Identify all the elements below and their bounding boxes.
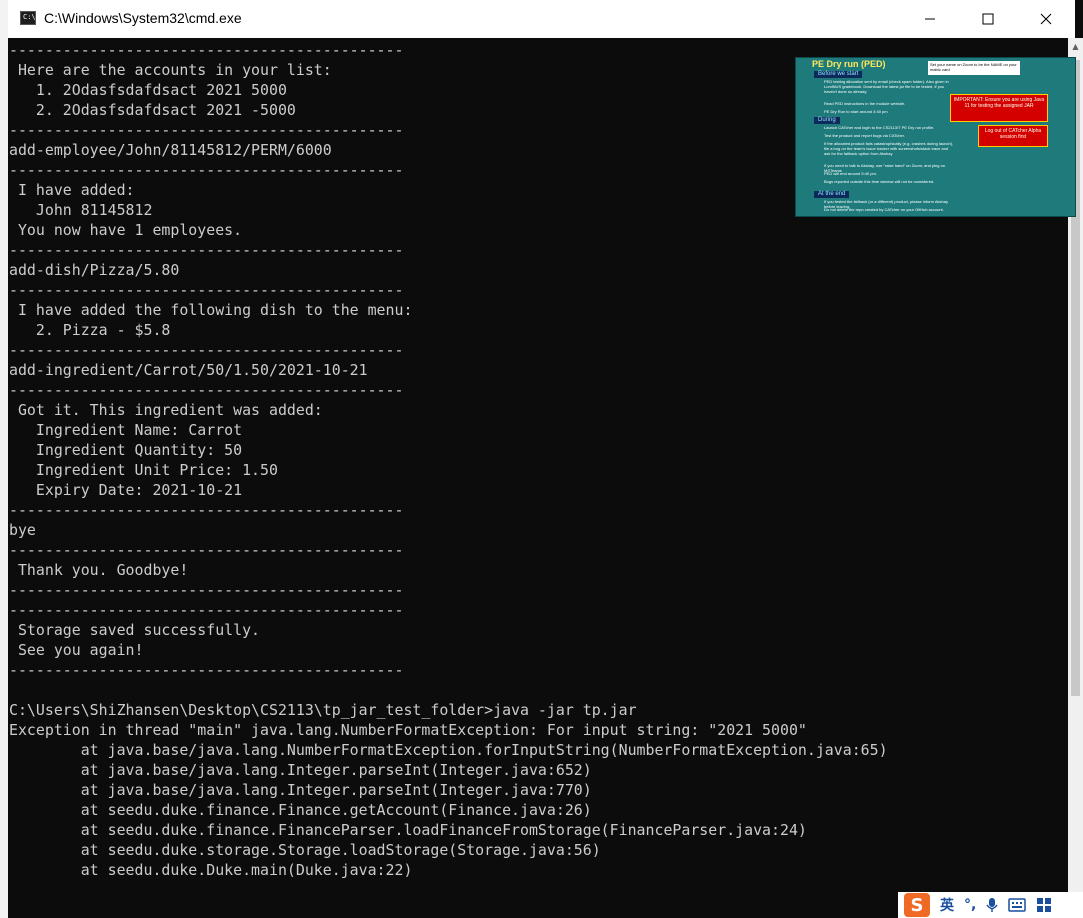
console-line: at seedu.duke.finance.Finance.getAccount… [9,801,592,819]
slide-bullet: Test the product and report bugs via CAT… [824,133,905,138]
console-line: You now have 1 employees. [9,221,243,239]
console-line: Thank you. Goodbye! [9,561,189,579]
slide-bullet: PE Dry Run to start around 4:40 pm [824,109,888,114]
console-line: ----------------------------------------… [9,501,404,519]
maximize-icon [982,13,994,25]
slide-note: Set your name on Zoom to be the NAME on … [928,61,1020,75]
console-line: add-dish/Pizza/5.80 [9,261,180,279]
slide-title: PE Dry run (PED) [812,59,886,69]
console-line: ----------------------------------------… [9,661,404,679]
console-line: Ingredient Unit Price: 1.50 [9,461,278,479]
console-line: C:\Users\ShiZhansen\Desktop\CS2113\tp_ja… [9,701,637,719]
slide-bullet: If the allocated product fails catastrop… [824,141,954,156]
slide-section-end: At the end [814,191,850,198]
console-line: Got it. This ingredient was added: [9,401,323,419]
close-button[interactable] [1017,0,1075,38]
window-title: C:\Windows\System32\cmd.exe [44,10,242,26]
console-line: Ingredient Quantity: 50 [9,441,243,459]
console-line: bye [9,521,36,539]
slide-bullet: PED testing allocation sent by email (ch… [824,79,949,94]
close-icon [1040,13,1052,25]
sogou-ime-icon[interactable]: S [904,893,930,917]
console-line: Ingredient Name: Carrot [9,421,243,439]
console-line: at seedu.duke.Duke.main(Duke.java:22) [9,861,413,879]
slide-bullet: Launch CATcher and login to the CS2113/T… [824,125,935,130]
console-line: add-ingredient/Carrot/50/1.50/2021-10-21 [9,361,368,379]
minimize-icon [925,18,935,20]
toolbox-grid-icon[interactable] [1036,897,1052,913]
ime-punctuation-toggle[interactable]: °, [964,897,976,913]
console-line: at java.base/java.lang.Integer.parseInt(… [9,761,592,779]
slide-callout-logout: Log out of CATcher Alpha session first [978,125,1048,147]
console-line: I have added the following dish to the m… [9,301,413,319]
scroll-up-arrow-icon[interactable]: ▲ [1068,38,1083,55]
keyboard-icon[interactable] [1008,898,1027,912]
console-line: 2. Pizza - $5.8 [9,321,171,339]
microphone-icon[interactable] [986,897,998,913]
slide-bullet: Bugs reported outside this time window w… [824,179,935,184]
slide-bullet: PED will end around 5:40 pm. [824,171,877,176]
console-line: Storage saved successfully. [9,621,261,639]
ime-language-toggle[interactable]: 英 [940,895,954,915]
console-line: ----------------------------------------… [9,601,404,619]
title-bar[interactable]: C:\. C:\Windows\System32\cmd.exe [8,0,1075,38]
console-line: ----------------------------------------… [9,541,404,559]
console-line: Exception in thread "main" java.lang.Num… [9,721,807,739]
slide-bullet: Read PED instructions in the module webs… [824,101,906,106]
console-line: See you again! [9,641,144,659]
console-line: ----------------------------------------… [9,281,404,299]
console-line: Expiry Date: 2021-10-21 [9,481,243,499]
slide-section-during: During [814,117,840,124]
cmd-app-icon[interactable]: C:\. [20,11,40,25]
console-line: at seedu.duke.storage.Storage.loadStorag… [9,841,601,859]
console-line: at seedu.duke.finance.FinanceParser.load… [9,821,807,839]
slide-bullet: Do not delete the repo created by CATche… [824,207,944,212]
console-line: ----------------------------------------… [9,341,404,359]
slide-section-before: Before we start [814,71,863,78]
system-tray: S 英 °, [898,892,1083,918]
minimize-button[interactable] [901,0,959,38]
console-line: ----------------------------------------… [9,241,404,259]
console-line: ----------------------------------------… [9,381,404,399]
console-line: ----------------------------------------… [9,581,404,599]
floating-slide-thumbnail[interactable]: PE Dry run (PED) Set your name on Zoom t… [796,58,1075,216]
maximize-button[interactable] [959,0,1017,38]
console-line: at java.base/java.lang.NumberFormatExcep… [9,741,888,759]
slide-callout-java: IMPORTANT: Ensure you are using Java 11 … [950,94,1048,122]
console-line: at java.base/java.lang.Integer.parseInt(… [9,781,592,799]
console-line: ----------------------------------------… [9,41,404,59]
